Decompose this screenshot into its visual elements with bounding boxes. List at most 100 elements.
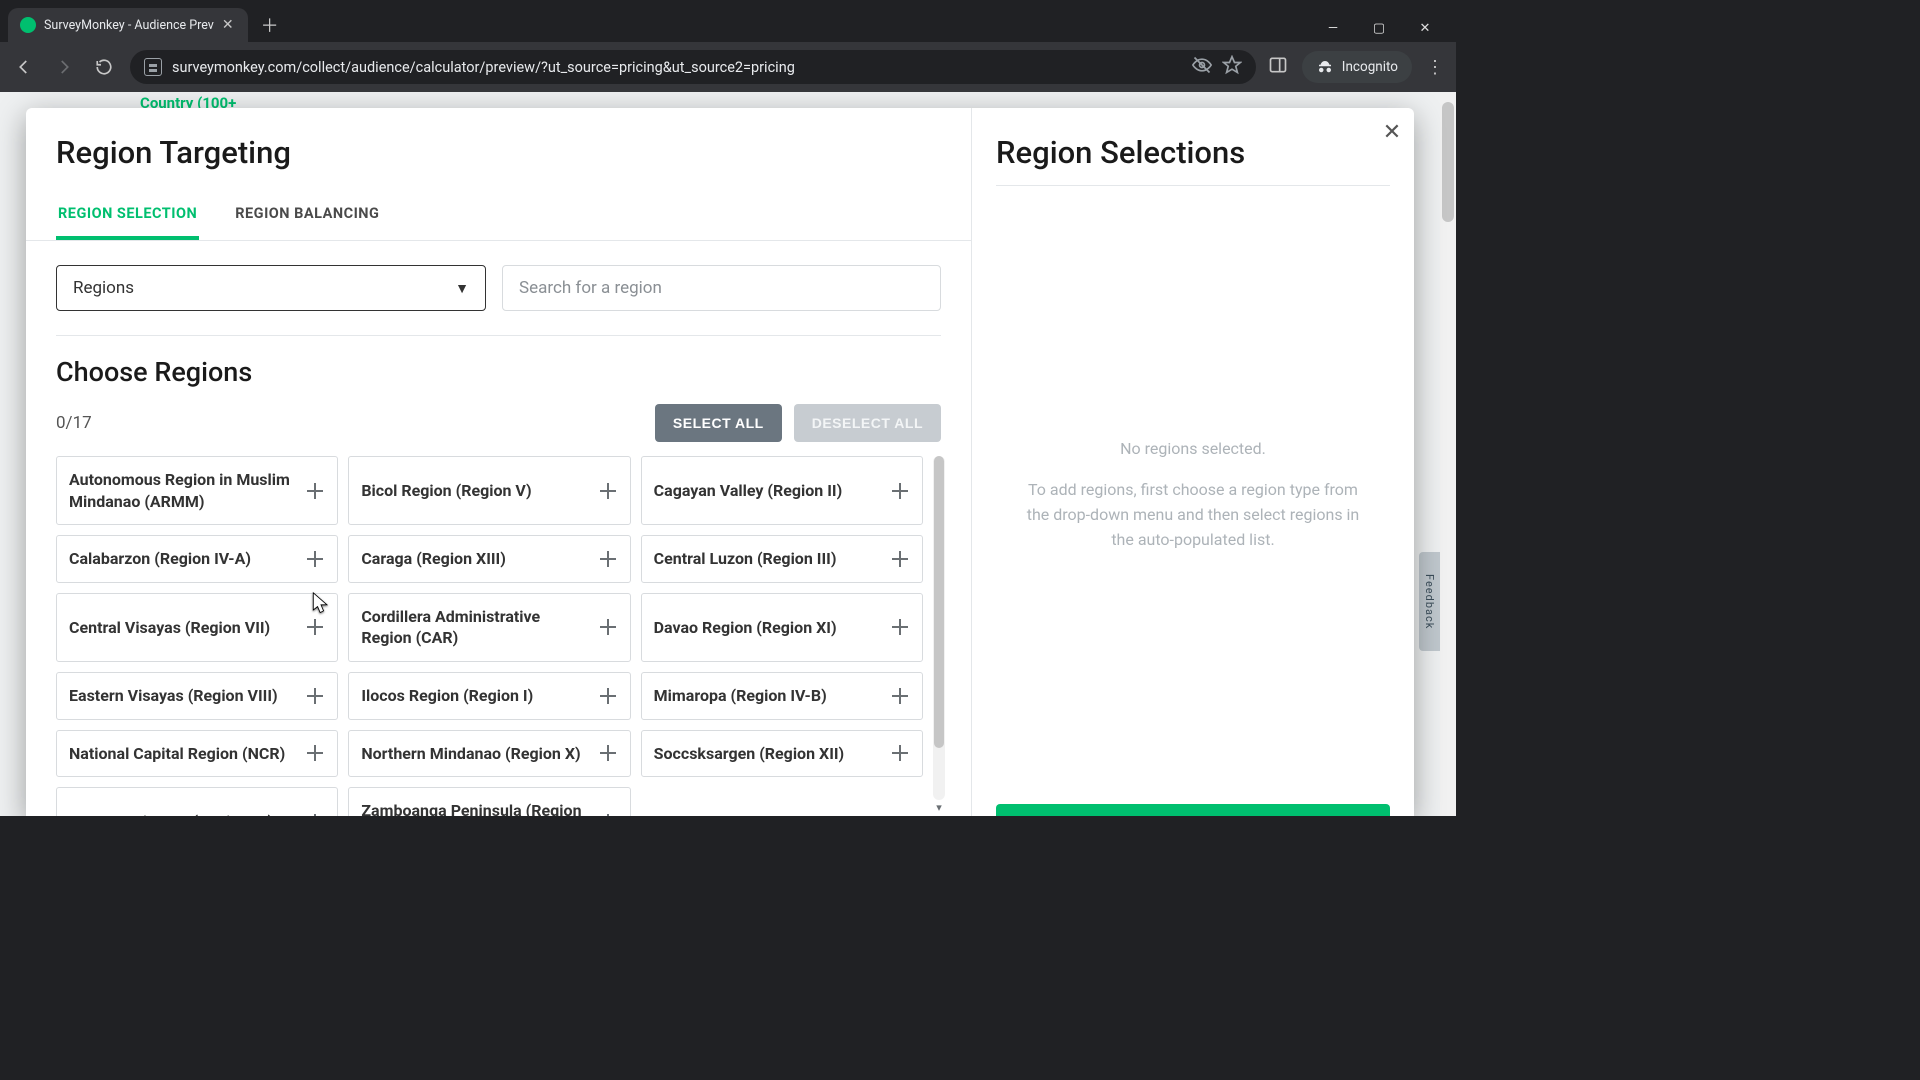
region-card[interactable]: Central Luzon (Region III): [641, 535, 923, 583]
region-card[interactable]: Cagayan Valley (Region II): [641, 456, 923, 525]
page-area: Country (100+ Feedback Region Targeting …: [0, 92, 1456, 816]
region-label: Ilocos Region (Region I): [361, 685, 589, 707]
grid-scrollbar-thumb[interactable]: [934, 456, 944, 748]
select-all-button[interactable]: SELECT ALL: [655, 404, 782, 442]
region-card[interactable]: Calabarzon (Region IV-A): [56, 535, 338, 583]
plus-icon[interactable]: [598, 549, 618, 569]
region-card[interactable]: Western Visayas (Region VI): [56, 787, 338, 816]
region-card[interactable]: Ilocos Region (Region I): [348, 672, 630, 720]
page-scrollbar[interactable]: [1440, 92, 1456, 816]
empty-state: No regions selected. To add regions, fir…: [996, 186, 1390, 804]
bulk-buttons: SELECT ALL DESELECT ALL: [655, 404, 941, 442]
region-label: National Capital Region (NCR): [69, 743, 297, 765]
plus-icon[interactable]: [305, 481, 325, 501]
plus-icon[interactable]: [598, 686, 618, 706]
region-label: Autonomous Region in Muslim Mindanao (AR…: [69, 469, 297, 512]
titlebar: SurveyMonkey - Audience Prev ✕ ＋ — ▢ ✕: [0, 0, 1456, 42]
modal-left: Region Targeting REGION SELECTION REGION…: [26, 108, 972, 816]
feedback-tab[interactable]: Feedback: [1419, 552, 1440, 651]
omnibox[interactable]: 〓 surveymonkey.com/collect/audience/calc…: [130, 50, 1256, 84]
region-label: Central Luzon (Region III): [654, 548, 882, 570]
plus-icon[interactable]: [598, 812, 618, 816]
region-card[interactable]: Bicol Region (Region V): [348, 456, 630, 525]
window-controls: — ▢ ✕: [1320, 21, 1448, 42]
region-type-select[interactable]: Regions ▼: [56, 265, 486, 311]
region-label: Calabarzon (Region IV-A): [69, 548, 297, 570]
close-window-icon[interactable]: ✕: [1412, 21, 1438, 36]
minimize-icon[interactable]: —: [1320, 21, 1346, 36]
browser-toolbar: 〓 surveymonkey.com/collect/audience/calc…: [0, 42, 1456, 92]
plus-icon[interactable]: [305, 812, 325, 816]
empty-body: To add regions, first choose a region ty…: [1016, 478, 1370, 552]
favicon-icon: [20, 17, 36, 33]
region-label: Cagayan Valley (Region II): [654, 480, 882, 502]
save-button[interactable]: [996, 804, 1390, 816]
region-grid-wrap: Autonomous Region in Muslim Mindanao (AR…: [56, 456, 941, 816]
tab-region-selection[interactable]: REGION SELECTION: [56, 195, 199, 240]
region-card[interactable]: Cordillera Administrative Region (CAR): [348, 593, 630, 662]
eye-off-icon[interactable]: [1192, 55, 1212, 79]
region-label: Davao Region (Region XI): [654, 617, 882, 639]
site-settings-icon[interactable]: 〓: [144, 58, 162, 76]
plus-icon[interactable]: [890, 617, 910, 637]
plus-icon[interactable]: [598, 617, 618, 637]
region-card[interactable]: Eastern Visayas (Region VIII): [56, 672, 338, 720]
region-label: Central Visayas (Region VII): [69, 617, 297, 639]
tab-title: SurveyMonkey - Audience Prev: [44, 18, 214, 33]
url-text: surveymonkey.com/collect/audience/calcul…: [172, 59, 1182, 76]
back-icon[interactable]: [10, 53, 38, 81]
forward-icon[interactable]: [50, 53, 78, 81]
side-panel-icon[interactable]: [1268, 55, 1288, 79]
region-card[interactable]: Caraga (Region XIII): [348, 535, 630, 583]
plus-icon[interactable]: [890, 686, 910, 706]
plus-icon[interactable]: [598, 743, 618, 763]
region-targeting-modal: Region Targeting REGION SELECTION REGION…: [26, 108, 1414, 816]
incognito-label: Incognito: [1342, 59, 1398, 75]
region-label: Western Visayas (Region VI): [69, 811, 297, 816]
plus-icon[interactable]: [598, 481, 618, 501]
grid-scrollbar[interactable]: ▾: [933, 456, 945, 800]
new-tab-button[interactable]: ＋: [256, 11, 284, 39]
region-card[interactable]: Central Visayas (Region VII): [56, 593, 338, 662]
bookmark-star-icon[interactable]: [1222, 55, 1242, 79]
plus-icon[interactable]: [305, 686, 325, 706]
plus-icon[interactable]: [305, 743, 325, 763]
region-label: Cordillera Administrative Region (CAR): [361, 606, 589, 649]
region-label: Eastern Visayas (Region VIII): [69, 685, 297, 707]
browser-tab[interactable]: SurveyMonkey - Audience Prev ✕: [8, 8, 248, 42]
region-card[interactable]: Mimaropa (Region IV-B): [641, 672, 923, 720]
plus-icon[interactable]: [890, 743, 910, 763]
page-scrollbar-thumb[interactable]: [1442, 102, 1454, 222]
menu-kebab-icon[interactable]: ⋮: [1426, 57, 1446, 78]
incognito-chip[interactable]: Incognito: [1302, 51, 1412, 83]
scroll-down-icon[interactable]: ▾: [933, 801, 945, 814]
region-label: Northern Mindanao (Region X): [361, 743, 589, 765]
count-row: 0/17 SELECT ALL DESELECT ALL: [26, 394, 971, 456]
close-modal-icon[interactable]: ✕: [1376, 116, 1408, 148]
toolbar-right: Incognito ⋮: [1268, 51, 1446, 83]
plus-icon[interactable]: [890, 481, 910, 501]
region-card[interactable]: Davao Region (Region XI): [641, 593, 923, 662]
selections-title: Region Selections: [996, 108, 1390, 186]
chevron-down-icon: ▼: [455, 280, 469, 297]
region-label: Soccsksargen (Region XII): [654, 743, 882, 765]
region-label: Caraga (Region XIII): [361, 548, 589, 570]
region-card[interactable]: National Capital Region (NCR): [56, 730, 338, 778]
region-type-value: Regions: [73, 278, 134, 298]
tab-close-icon[interactable]: ✕: [222, 17, 234, 33]
plus-icon[interactable]: [890, 549, 910, 569]
region-card[interactable]: Autonomous Region in Muslim Mindanao (AR…: [56, 456, 338, 525]
reload-icon[interactable]: [90, 53, 118, 81]
maximize-icon[interactable]: ▢: [1366, 21, 1392, 36]
tab-region-balancing[interactable]: REGION BALANCING: [233, 195, 381, 240]
region-label: Mimaropa (Region IV-B): [654, 685, 882, 707]
region-card[interactable]: Zamboanga Peninsula (Region IX): [348, 787, 630, 816]
search-placeholder: Search for a region: [519, 278, 662, 298]
modal-right: ✕ Region Selections No regions selected.…: [972, 108, 1414, 816]
region-card[interactable]: Soccsksargen (Region XII): [641, 730, 923, 778]
plus-icon[interactable]: [305, 549, 325, 569]
region-card[interactable]: Northern Mindanao (Region X): [348, 730, 630, 778]
deselect-all-button: DESELECT ALL: [794, 404, 941, 442]
plus-icon[interactable]: [305, 617, 325, 637]
region-search-input[interactable]: Search for a region: [502, 265, 941, 311]
